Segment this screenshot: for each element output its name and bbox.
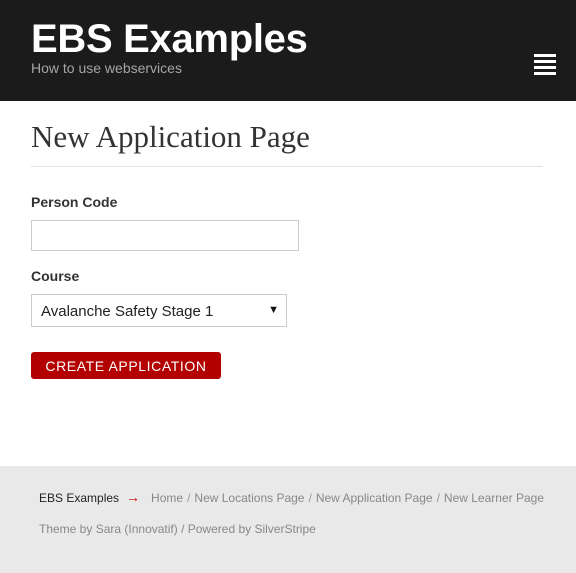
arrow-right-icon: → — [126, 489, 141, 505]
course-label: Course — [31, 268, 80, 284]
hamburger-menu-icon[interactable] — [534, 54, 556, 76]
site-tagline: How to use webservices — [31, 60, 182, 76]
footer-nav-new-locations[interactable]: New Locations Page — [194, 491, 304, 505]
silverstripe-link[interactable]: SilverStripe — [254, 522, 315, 536]
create-application-button[interactable]: CREATE APPLICATION — [31, 352, 221, 379]
person-code-label: Person Code — [31, 194, 118, 210]
footer-nav-home[interactable]: Home — [151, 491, 183, 505]
theme-prefix: Theme by — [39, 522, 96, 536]
footer-nav-new-learner[interactable]: New Learner Page — [444, 491, 544, 505]
separator: / — [436, 491, 440, 505]
theme-author-link[interactable]: Sara (Innovatif) — [96, 522, 178, 536]
course-selected-value: Avalanche Safety Stage 1 — [41, 303, 214, 320]
site-title[interactable]: EBS Examples — [31, 16, 308, 62]
footer-credits: Theme by Sara (Innovatif) / Powered by S… — [39, 522, 316, 536]
powered-prefix: / Powered by — [177, 522, 255, 536]
site-footer: EBS Examples → Home / New Locations Page / New… — [0, 466, 576, 573]
separator: / — [187, 491, 191, 505]
title-divider — [31, 166, 543, 167]
footer-home-brand-link[interactable]: EBS Examples — [39, 491, 119, 505]
page-title: New Application Page — [31, 119, 310, 154]
site-header: EBS Examples How to use webservices — [0, 0, 576, 101]
person-code-input[interactable] — [31, 220, 299, 251]
course-select[interactable]: Avalanche Safety Stage 1 ▼ — [31, 294, 287, 327]
breadcrumb: EBS Examples → Home / New Locations Page / New… — [39, 490, 544, 505]
footer-nav-new-application[interactable]: New Application Page — [316, 491, 433, 505]
separator: / — [308, 491, 312, 505]
dropdown-arrow-icon: ▼ — [268, 304, 279, 316]
